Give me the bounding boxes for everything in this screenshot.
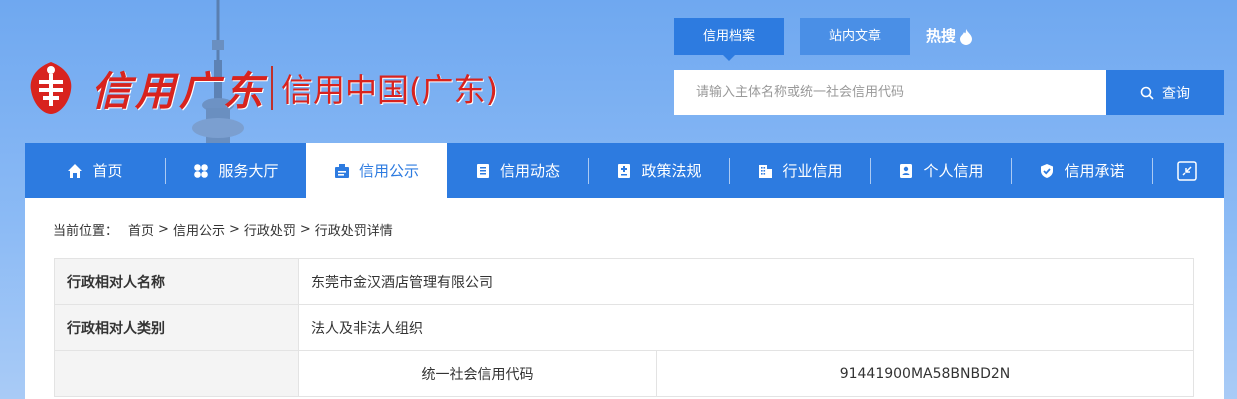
nav-item-label: 信用动态 (499, 162, 560, 180)
logo-sub-text: 信用中国(广东) (281, 71, 498, 109)
detail-key: 行政相对人名称 (54, 258, 299, 305)
law-icon (618, 163, 631, 178)
breadcrumb-separator: > (228, 222, 240, 237)
site-logo[interactable]: 信用广东 信用中国(广东) (25, 58, 498, 118)
search-button-label: 查询 (1162, 85, 1190, 102)
document-icon (476, 163, 489, 178)
nav-item-label: 服务大厅 (218, 162, 279, 180)
search-button[interactable]: 查询 (1106, 70, 1224, 115)
nav-item-label: 行业信用 (782, 162, 843, 180)
nav-item-service-hall[interactable]: 服务大厅 (166, 143, 306, 198)
breadcrumb: 当前位置： 首页 > 信用公示 > 行政处罚 > 行政处罚详情 (53, 220, 393, 239)
hot-search-label: 热搜 (926, 27, 957, 45)
search-icon (1140, 86, 1154, 100)
detail-sub-key: 统一社会信用代码 (298, 350, 657, 397)
nav-item-policies[interactable]: 政策法规 (589, 143, 729, 198)
table-row: 行政相对人类别 法人及非法人组织 (54, 304, 1194, 351)
detail-key (54, 350, 299, 397)
home-icon (68, 163, 83, 178)
breadcrumb-home[interactable]: 首页 (128, 220, 154, 239)
search-field (674, 70, 1106, 115)
nav-item-label: 信用承诺 (1064, 162, 1125, 180)
announcement-icon (334, 163, 349, 178)
nav-item-industry-credit[interactable]: 行业信用 (730, 143, 870, 198)
detail-value: 法人及非法人组织 (298, 304, 1194, 351)
search-input[interactable] (694, 84, 1098, 101)
detail-key: 行政相对人类别 (54, 304, 299, 351)
nav-item-credit-publicity[interactable]: 信用公示 (306, 143, 447, 198)
nav-item-label: 政策法规 (641, 162, 702, 180)
breadcrumb-separator: > (299, 222, 311, 237)
nav-item-label: 信用公示 (358, 162, 419, 180)
tab-credit-archive[interactable]: 信用档案 (674, 18, 784, 61)
table-row: 统一社会信用代码 91441900MA58BNBD2N (54, 350, 1194, 397)
detail-value: 91441900MA58BNBD2N (656, 350, 1194, 397)
search-tabs: 信用档案 站内文章 热搜 (674, 18, 973, 61)
table-row: 行政相对人名称 东莞市金汉酒店管理有限公司 (54, 258, 1194, 305)
flame-icon (960, 28, 973, 45)
penalty-detail-table: 行政相对人名称 东莞市金汉酒店管理有限公司 行政相对人类别 法人及非法人组织 统… (54, 258, 1194, 397)
breadcrumb-label: 当前位置： (53, 224, 119, 239)
logo-main-text: 信用广东 (91, 68, 267, 115)
hot-search-link[interactable]: 热搜 (926, 18, 973, 55)
id-card-icon (900, 163, 913, 178)
breadcrumb-separator: > (158, 222, 169, 237)
breadcrumb-credit-publicity[interactable]: 信用公示 (173, 220, 225, 239)
breadcrumb-current: 行政处罚详情 (314, 224, 393, 239)
building-icon (759, 164, 773, 178)
nav-item-label: 个人信用 (923, 162, 984, 180)
main-nav: 首页 服务大厅 信用公示 信用动态 政策法规 行业信用 个人信用 信用承诺 (25, 143, 1224, 198)
nav-item-label: 首页 (92, 162, 123, 180)
content-panel: 当前位置： 首页 > 信用公示 > 行政处罚 > 行政处罚详情 行政相对人名称 … (25, 198, 1224, 399)
logo-emblem-icon (30, 62, 72, 114)
breadcrumb-admin-penalty[interactable]: 行政处罚 (244, 220, 296, 239)
shield-check-icon (1041, 163, 1054, 178)
grid-icon (194, 163, 209, 178)
detail-value: 东莞市金汉酒店管理有限公司 (298, 258, 1194, 305)
nav-item-personal-credit[interactable]: 个人信用 (871, 143, 1011, 198)
collapse-arrows-icon (1177, 160, 1197, 181)
nav-item-credit-commitment[interactable]: 信用承诺 (1012, 143, 1152, 198)
tab-site-articles[interactable]: 站内文章 (800, 18, 910, 55)
nav-expand-button[interactable] (1153, 143, 1221, 198)
logo-divider (271, 66, 273, 110)
nav-item-home[interactable]: 首页 (25, 143, 165, 198)
nav-item-credit-news[interactable]: 信用动态 (447, 143, 588, 198)
